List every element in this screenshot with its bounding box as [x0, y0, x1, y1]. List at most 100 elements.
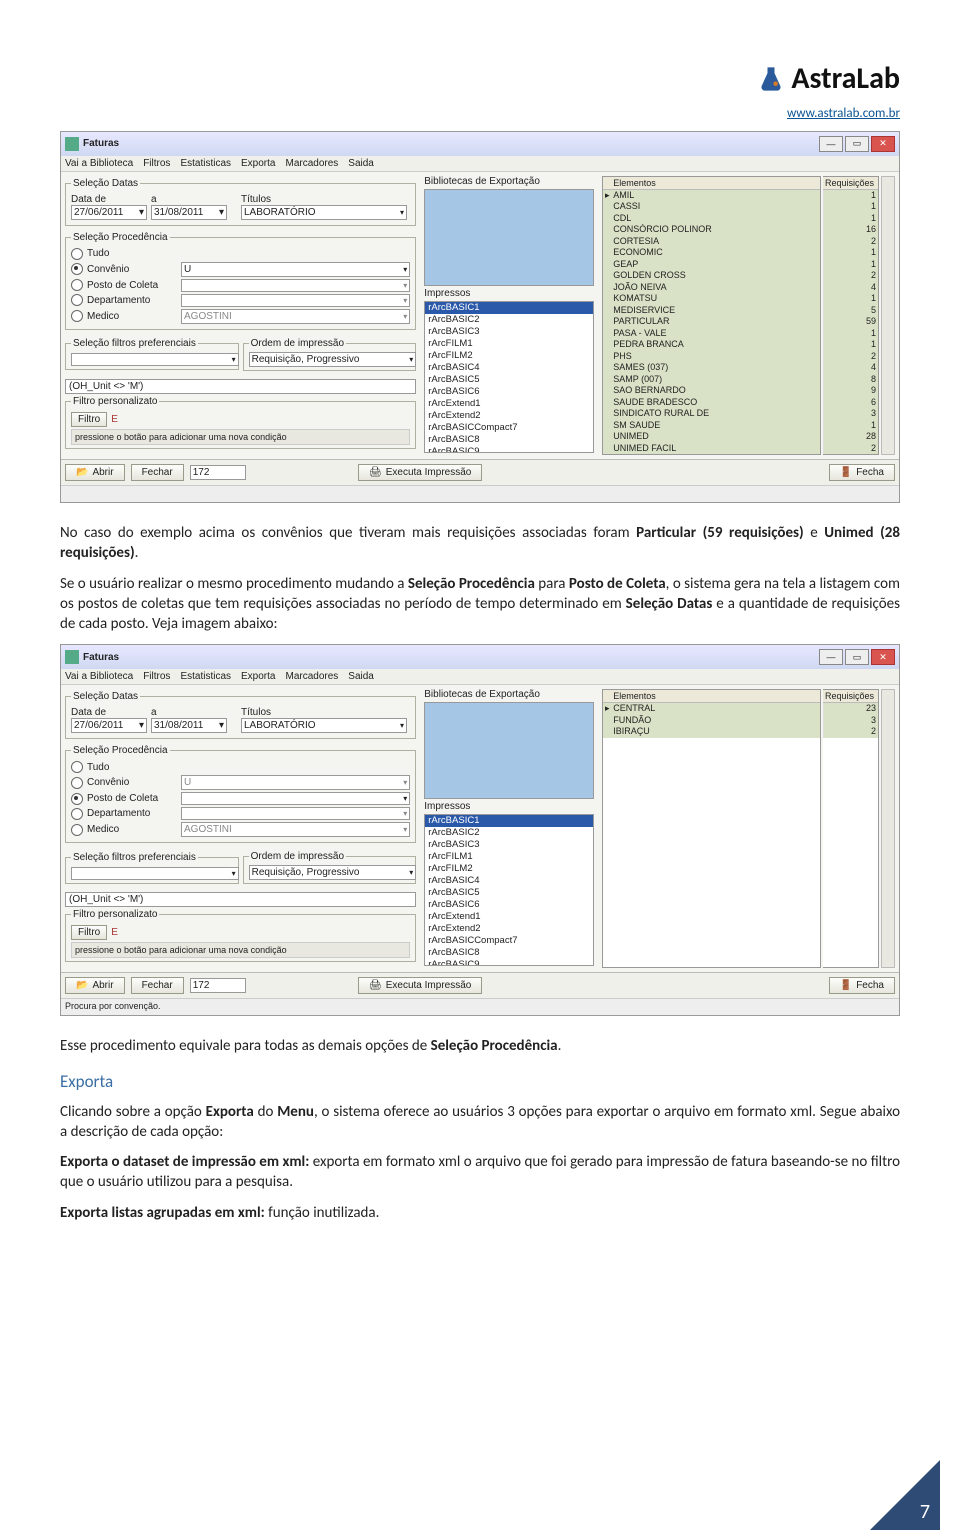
menu-item[interactable]: Filtros: [143, 671, 170, 682]
date-from-input[interactable]: 27/06/2011 ▾: [71, 718, 147, 733]
table-row[interactable]: SAO BERNARDO: [603, 385, 820, 397]
table-row[interactable]: CDL: [603, 213, 820, 225]
maximize-button[interactable]: ▭: [845, 136, 869, 152]
filtro-button[interactable]: Filtro: [71, 412, 107, 427]
close-button[interactable]: ✕: [871, 136, 895, 152]
table-row[interactable]: SAUDE BRADESCO: [603, 397, 820, 409]
table-row[interactable]: PHS: [603, 351, 820, 363]
export-listbox[interactable]: [424, 702, 594, 799]
posto-dropdown[interactable]: ▾: [181, 279, 410, 292]
list-item[interactable]: rArcBASIC8: [425, 947, 593, 959]
page-input[interactable]: 172: [190, 465, 246, 480]
executa-impressao-button[interactable]: 🖨Executa Impressão: [358, 464, 482, 481]
list-item[interactable]: rArcBASIC3: [425, 839, 593, 851]
scrollbar[interactable]: [881, 176, 895, 456]
ordem-dropdown[interactable]: Requisição, Progressivo▾: [249, 865, 417, 880]
abrir-button[interactable]: 📂Abrir: [65, 977, 125, 994]
posto-dropdown[interactable]: ▾: [181, 792, 410, 805]
list-item[interactable]: rArcBASIC9: [425, 959, 593, 966]
table-row[interactable]: ▸CENTRAL: [603, 703, 820, 715]
list-item[interactable]: rArcBASIC3: [425, 326, 593, 338]
fechar-button[interactable]: Fechar: [131, 464, 184, 481]
convenio-dropdown[interactable]: U▾: [181, 262, 410, 277]
date-to-input[interactable]: 31/08/2011 ▾: [151, 718, 227, 733]
radio-posto[interactable]: [71, 279, 83, 291]
impressos-listbox[interactable]: rArcBASIC1rArcBASIC2rArcBASIC3rArcFILM1r…: [424, 814, 594, 966]
export-listbox[interactable]: [424, 189, 594, 286]
table-row[interactable]: ▸AMIL: [603, 190, 820, 202]
table-row[interactable]: IBIRAÇU: [603, 726, 820, 738]
table-row[interactable]: CASSI: [603, 201, 820, 213]
fechar-button[interactable]: Fechar: [131, 977, 184, 994]
menu-item[interactable]: Exporta: [241, 158, 275, 169]
list-item[interactable]: rArcBASIC1: [425, 302, 593, 314]
radio-medico[interactable]: [71, 310, 83, 322]
table-row[interactable]: JOÃO NEIVA: [603, 282, 820, 294]
menu-item[interactable]: Estatisticas: [180, 671, 231, 682]
list-item[interactable]: rArcExtend2: [425, 923, 593, 935]
list-item[interactable]: rArcBASIC4: [425, 362, 593, 374]
table-row[interactable]: GOLDEN CROSS: [603, 270, 820, 282]
executa-impressao-button[interactable]: 🖨Executa Impressão: [358, 977, 482, 994]
site-link[interactable]: www.astralab.com.br: [60, 106, 900, 121]
impressos-listbox[interactable]: rArcBASIC1rArcBASIC2rArcBASIC3rArcFILM1 r…: [424, 301, 594, 453]
list-item[interactable]: rArcBASIC5: [425, 887, 593, 899]
radio-posto[interactable]: [71, 793, 83, 805]
menu-item[interactable]: Marcadores: [285, 158, 338, 169]
table-row[interactable]: GEAP: [603, 259, 820, 271]
list-item[interactable]: rArcFILM1: [425, 851, 593, 863]
list-item[interactable]: rArcBASIC8: [425, 434, 593, 446]
menu-item[interactable]: Saida: [348, 671, 374, 682]
menu-item[interactable]: Exporta: [241, 671, 275, 682]
filtros-pref-dropdown[interactable]: ▾: [71, 353, 239, 366]
medico-dropdown[interactable]: AGOSTINI▾: [181, 822, 410, 837]
ordem-dropdown[interactable]: Requisição, Progressivo▾: [249, 352, 417, 367]
list-item[interactable]: rArcBASIC5: [425, 374, 593, 386]
table-row[interactable]: CONSÓRCIO POLINOR: [603, 224, 820, 236]
maximize-button[interactable]: ▭: [845, 649, 869, 665]
close-button[interactable]: ✕: [871, 649, 895, 665]
list-item[interactable]: rArcExtend1: [425, 398, 593, 410]
date-from-input[interactable]: 27/06/2011 ▾: [71, 205, 147, 220]
table-row[interactable]: UNIMED: [603, 431, 820, 443]
menu-item[interactable]: Marcadores: [285, 671, 338, 682]
radio-tudo[interactable]: [71, 761, 83, 773]
radio-departamento[interactable]: [71, 294, 83, 306]
menu-item[interactable]: Estatisticas: [180, 158, 231, 169]
elementos-table[interactable]: Elementos ▸CENTRALFUNDÃOIBIRAÇU: [602, 689, 821, 968]
table-row[interactable]: PARTICULAR: [603, 316, 820, 328]
date-to-input[interactable]: 31/08/2011 ▾: [151, 205, 227, 220]
list-item[interactable]: rArcBASIC2: [425, 827, 593, 839]
list-item[interactable]: rArcBASIC6: [425, 899, 593, 911]
filtro-button[interactable]: Filtro: [71, 925, 107, 940]
radio-departamento[interactable]: [71, 808, 83, 820]
medico-dropdown[interactable]: AGOSTINI▾: [181, 309, 410, 324]
list-item[interactable]: rArcExtend1: [425, 911, 593, 923]
fecha-button[interactable]: 🚪Fecha: [829, 977, 895, 994]
list-item[interactable]: rArcBASICCompact7: [425, 935, 593, 947]
table-row[interactable]: UNIMED FACIL: [603, 443, 820, 455]
departamento-dropdown[interactable]: ▾: [181, 294, 410, 307]
list-item[interactable]: rArcFILM1: [425, 338, 593, 350]
radio-convenio[interactable]: [71, 263, 83, 275]
elementos-table[interactable]: Elementos ▸AMILCASSICDLCONSÓRCIO POLINOR…: [602, 176, 821, 456]
menu-item[interactable]: Filtros: [143, 158, 170, 169]
convenio-dropdown[interactable]: U▾: [181, 775, 410, 790]
table-row[interactable]: SAMP (007): [603, 374, 820, 386]
table-row[interactable]: FUNDÃO: [603, 715, 820, 727]
table-row[interactable]: CORTESIA: [603, 236, 820, 248]
menu-item[interactable]: Vai a Biblioteca: [65, 671, 133, 682]
filtros-pref-dropdown[interactable]: ▾: [71, 867, 239, 880]
list-item[interactable]: rArcBASIC1: [425, 815, 593, 827]
list-item[interactable]: rArcFILM2: [425, 863, 593, 875]
table-row[interactable]: SAMES (037): [603, 362, 820, 374]
list-item[interactable]: rArcBASIC2: [425, 314, 593, 326]
titulos-dropdown[interactable]: LABORATÓRIO▾: [241, 718, 407, 733]
radio-tudo[interactable]: [71, 248, 83, 260]
table-row[interactable]: KOMATSU: [603, 293, 820, 305]
scrollbar[interactable]: [881, 689, 895, 968]
table-row[interactable]: PEDRA BRANCA: [603, 339, 820, 351]
list-item[interactable]: rArcBASIC9: [425, 446, 593, 453]
list-item[interactable]: rArcBASICCompact7: [425, 422, 593, 434]
list-item[interactable]: rArcExtend2: [425, 410, 593, 422]
